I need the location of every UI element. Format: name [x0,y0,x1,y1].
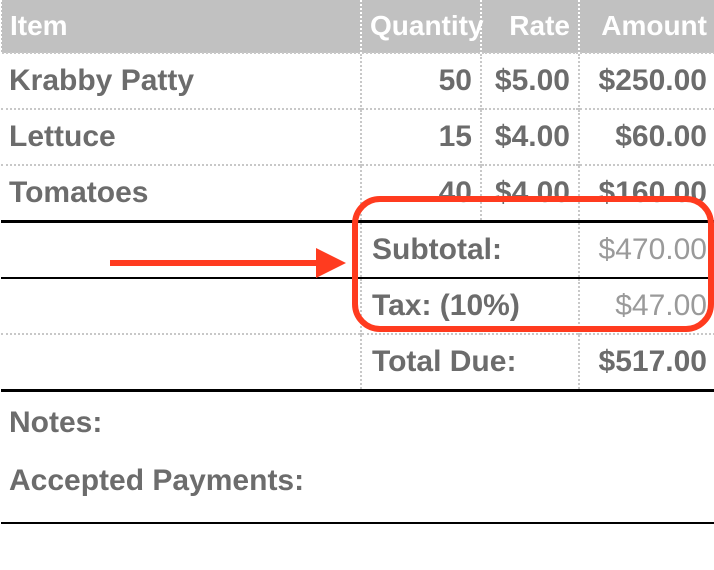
tax-row: Tax: (10%) $47.00 [1,278,714,334]
header-amount: Amount [579,0,714,53]
item-name: Krabby Patty [1,53,361,109]
item-rate: $5.00 [481,53,579,109]
accepted-payments-row: Accepted Payments: [1,464,714,523]
table-row: Lettuce 15 $4.00 $60.00 [1,109,714,165]
total-row: Total Due: $517.00 [1,334,714,391]
accepted-payments-label: Accepted Payments: [1,464,714,523]
total-label: Total Due: [361,334,579,391]
subtotal-label: Subtotal: [361,222,579,279]
blank-cell [1,278,361,334]
notes-row: Notes: [1,391,714,465]
total-value: $517.00 [579,334,714,391]
tax-value: $47.00 [579,278,714,334]
item-name: Lettuce [1,109,361,165]
invoice-table: Item Quantity Rate Amount Krabby Patty 5… [0,0,714,525]
blank-cell [1,334,361,391]
bottom-border [1,523,714,525]
item-rate: $4.00 [481,109,579,165]
blank-cell [1,222,361,279]
item-amount: $60.00 [579,109,714,165]
subtotal-value: $470.00 [579,222,714,279]
header-item: Item [1,0,361,53]
item-qty: 15 [361,109,481,165]
table-row: Tomatoes 40 $4.00 $160.00 [1,165,714,222]
table-row: Krabby Patty 50 $5.00 $250.00 [1,53,714,109]
item-name: Tomatoes [1,165,361,222]
item-amount: $160.00 [579,165,714,222]
item-amount: $250.00 [579,53,714,109]
item-rate: $4.00 [481,165,579,222]
header-rate: Rate [481,0,579,53]
subtotal-row: Subtotal: $470.00 [1,222,714,279]
item-qty: 40 [361,165,481,222]
notes-label: Notes: [1,391,714,465]
table-header-row: Item Quantity Rate Amount [1,0,714,53]
header-quantity: Quantity [361,0,481,53]
tax-label: Tax: (10%) [361,278,579,334]
item-qty: 50 [361,53,481,109]
